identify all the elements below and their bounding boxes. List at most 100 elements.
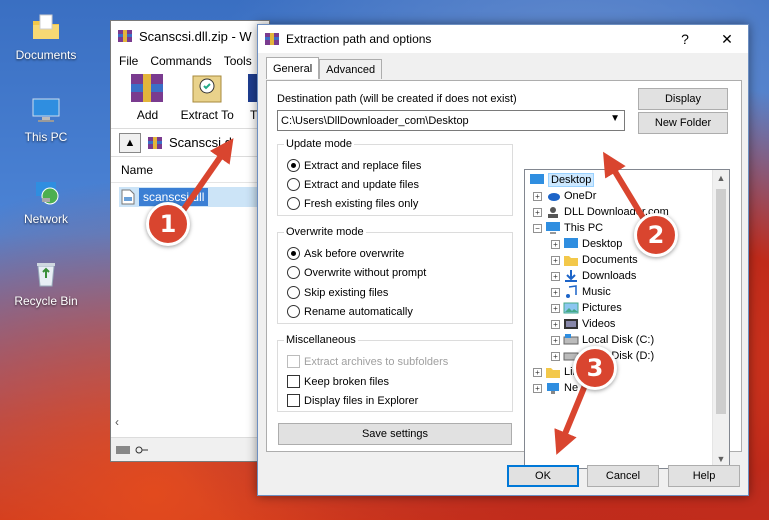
expand-icon[interactable]: + <box>551 255 560 265</box>
radio-button[interactable] <box>287 266 300 279</box>
destination-path-combo[interactable]: C:\Users\DllDownloader_com\Desktop ▼ <box>277 110 625 131</box>
radio-label: Ask before overwrite <box>304 247 405 260</box>
radio-button[interactable] <box>287 197 300 210</box>
expand-icon[interactable]: + <box>551 335 560 345</box>
up-arrow-icon: ▲ <box>124 136 136 149</box>
desktop-icon-label: This PC <box>24 130 68 144</box>
tree-node-network[interactable]: + Ne <box>533 380 578 396</box>
radio-rename-automatically[interactable]: Rename automatically <box>287 305 413 318</box>
radio-extract-update[interactable]: Extract and update files <box>287 178 419 191</box>
expand-icon[interactable]: + <box>551 239 560 249</box>
checkbox-extract-to-subfolders: Extract archives to subfolders <box>287 355 448 368</box>
tree-node-desktop[interactable]: Desktop <box>529 172 595 188</box>
tree-node-this-pc[interactable]: − This PC <box>533 220 603 236</box>
help-icon[interactable]: ? <box>664 31 706 47</box>
radio-button[interactable] <box>287 159 300 172</box>
radio-button[interactable] <box>287 305 300 318</box>
desktop-icon-documents[interactable]: Documents <box>8 12 84 62</box>
tab-general[interactable]: General <box>266 57 320 79</box>
radio-button[interactable] <box>287 286 300 299</box>
up-folder-button[interactable]: ▲ <box>119 132 141 153</box>
cancel-button[interactable]: Cancel <box>587 465 659 487</box>
tree-node-videos[interactable]: + Videos <box>551 316 615 332</box>
tab-advanced[interactable]: Advanced <box>319 59 383 79</box>
desktop-icon-this-pc[interactable]: This PC <box>8 94 84 144</box>
checkbox[interactable] <box>287 375 300 388</box>
radio-overwrite-without-prompt[interactable]: Overwrite without prompt <box>287 266 426 279</box>
tree-label: OneDr <box>564 190 597 202</box>
save-settings-button[interactable]: Save settings <box>278 423 512 445</box>
expand-icon[interactable]: + <box>533 383 542 393</box>
collapse-icon[interactable]: − <box>533 223 542 233</box>
step-marker-3: 3 <box>573 346 617 390</box>
expand-icon[interactable]: + <box>533 207 542 217</box>
menu-file[interactable]: File <box>119 54 138 68</box>
tree-node-pictures[interactable]: + Pictures <box>551 300 622 316</box>
desktop-icon-label: Recycle Bin <box>14 294 78 308</box>
help-button[interactable]: Help <box>668 465 740 487</box>
documents-icon <box>564 256 578 266</box>
tree-node-onedrive[interactable]: + OneDr <box>533 188 596 204</box>
ok-button[interactable]: OK <box>507 465 579 487</box>
folder-tree[interactable]: Desktop + OneDr + DLL Downloader.com − This… <box>524 169 730 469</box>
music-icon <box>566 285 577 298</box>
tree-node-downloads[interactable]: + Downloads <box>551 268 636 284</box>
desktop-icon-network[interactable]: Network <box>8 176 84 226</box>
radio-skip-existing[interactable]: Skip existing files <box>287 286 388 299</box>
expand-icon[interactable]: + <box>551 287 560 297</box>
checkbox[interactable] <box>287 394 300 407</box>
radio-label: Skip existing files <box>304 286 389 299</box>
tree-node-documents[interactable]: + Documents <box>551 252 638 268</box>
tree-label: This PC <box>564 222 604 234</box>
menu-commands[interactable]: Commands <box>150 54 211 68</box>
checkbox-display-in-explorer[interactable]: Display files in Explorer <box>287 394 418 407</box>
user-icon <box>548 207 558 218</box>
folder-icon <box>33 14 59 39</box>
radio-ask-before-overwrite[interactable]: Ask before overwrite <box>287 247 404 260</box>
tree-scrollbar[interactable]: ▲ ▼ <box>712 170 729 468</box>
tree-node-pc-desktop[interactable]: + Desktop <box>551 236 622 252</box>
winrar-window: Scanscsi.dll.zip - W File Commands Tools… <box>110 20 270 462</box>
expand-icon[interactable]: + <box>551 351 560 361</box>
desktop-icon <box>530 174 544 184</box>
menu-tools[interactable]: Tools <box>224 54 252 68</box>
radio-extract-replace[interactable]: Extract and replace files <box>287 159 421 172</box>
column-header-name[interactable]: Name <box>111 157 269 183</box>
address-path: Scanscsi.d <box>169 135 232 150</box>
radio-button[interactable] <box>287 178 300 191</box>
archive-icon <box>148 136 162 149</box>
dialog-title: Extraction path and options <box>286 32 432 46</box>
close-icon[interactable]: ✕ <box>706 31 748 48</box>
horizontal-scrollbar[interactable]: ‹ <box>111 415 269 431</box>
expand-icon[interactable]: + <box>551 303 560 313</box>
add-button-label: Add <box>136 108 159 122</box>
expand-icon[interactable]: + <box>551 271 560 281</box>
tree-label: Videos <box>582 318 616 330</box>
drive-key-icon <box>116 445 148 454</box>
tree-node-local-disk-c[interactable]: + Local Disk (C:) <box>551 332 654 348</box>
tree-node-music[interactable]: + Music <box>551 284 611 300</box>
radio-fresh-existing[interactable]: Fresh existing files only <box>287 197 418 210</box>
add-button[interactable]: Add <box>123 70 172 122</box>
expand-icon[interactable]: + <box>533 367 542 377</box>
scroll-up-icon[interactable]: ▲ <box>713 170 729 187</box>
desktop-icon-recycle-bin[interactable]: Recycle Bin <box>8 258 84 308</box>
scroll-thumb[interactable] <box>716 189 726 414</box>
desktop-icon <box>564 238 578 248</box>
step-marker-2: 2 <box>634 213 678 257</box>
checkbox-keep-broken-files[interactable]: Keep broken files <box>287 375 389 388</box>
tree-label: Desktop <box>582 238 623 250</box>
radio-button[interactable] <box>287 247 300 260</box>
winrar-address-bar: ▲ Scanscsi.d <box>111 129 269 157</box>
extract-to-button[interactable]: Extract To <box>178 70 236 122</box>
new-folder-button[interactable]: New Folder <box>638 112 728 134</box>
expand-icon[interactable]: + <box>551 319 560 329</box>
expand-icon[interactable]: + <box>533 191 542 201</box>
radio-label: Rename automatically <box>304 305 413 318</box>
dialog-title-bar: Extraction path and options ? ✕ <box>258 25 748 53</box>
chevron-down-icon[interactable]: ▼ <box>610 113 620 124</box>
extract-to-icon <box>192 75 222 103</box>
file-row[interactable]: scanscsi.dll <box>119 187 269 207</box>
winrar-toolbar: Add Extract To T <box>111 71 269 129</box>
display-button[interactable]: Display <box>638 88 728 110</box>
